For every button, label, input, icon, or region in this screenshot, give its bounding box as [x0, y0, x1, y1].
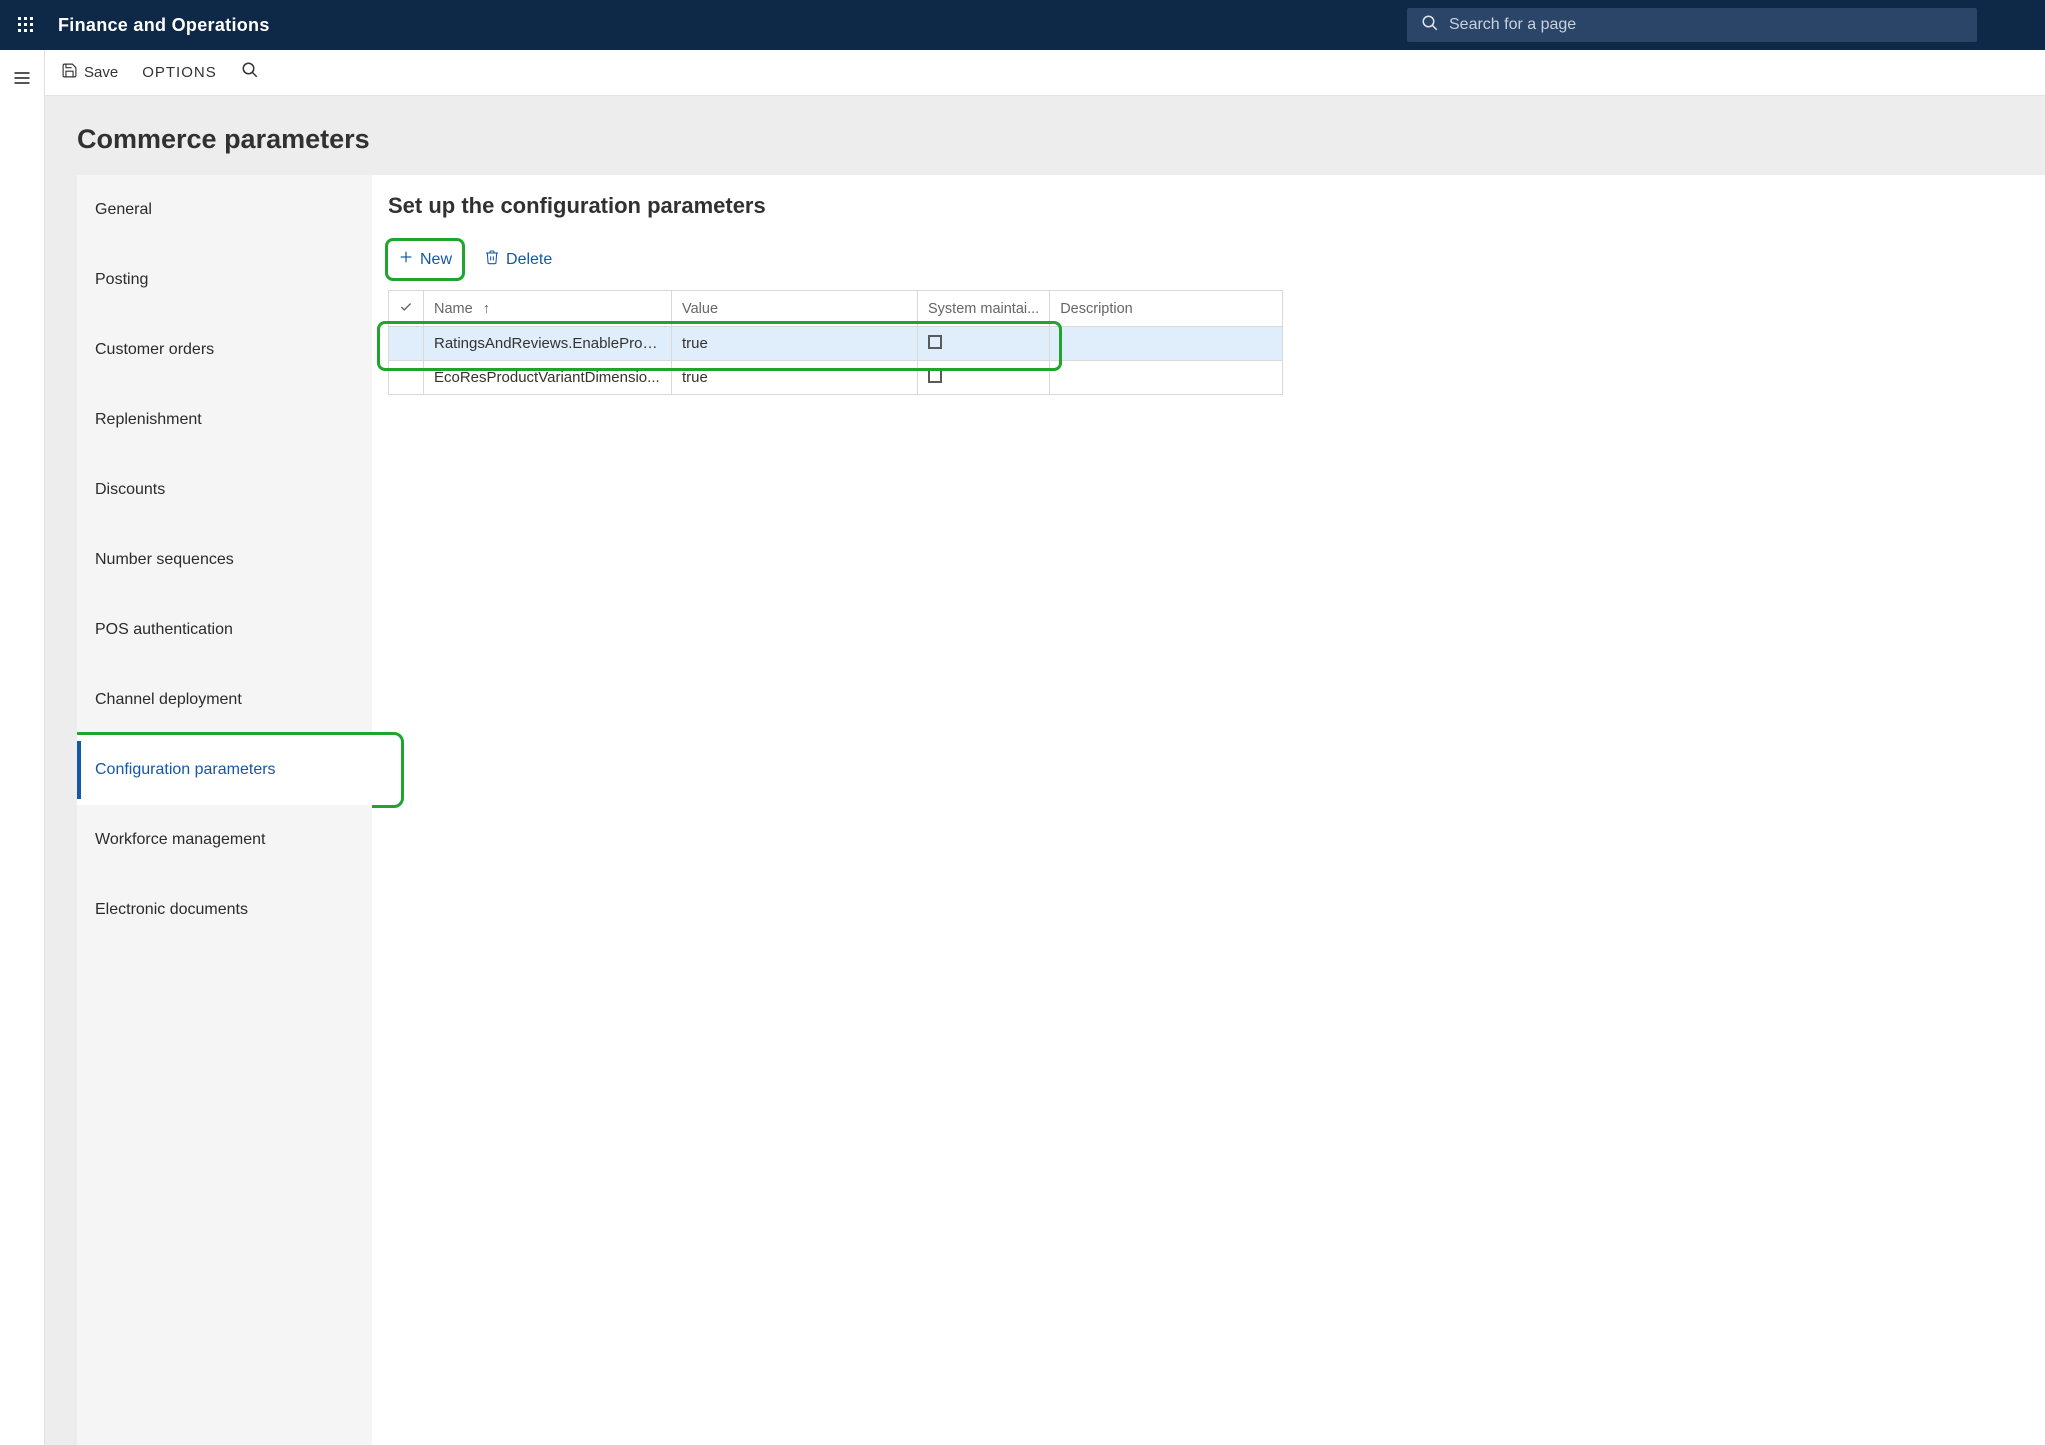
col-header-value[interactable]: Value: [672, 291, 918, 327]
save-icon: [61, 62, 78, 83]
cell-name[interactable]: RatingsAndReviews.EnableProd...: [424, 327, 672, 361]
sidebar-item-pos-authentication[interactable]: POS authentication: [77, 595, 372, 665]
config-grid: Name ↑ Value System maintai... Descripti…: [388, 290, 1283, 395]
table-row[interactable]: EcoResProductVariantDimensio...true: [389, 361, 1283, 395]
sidebar-item-channel-deployment[interactable]: Channel deployment: [77, 665, 372, 735]
sidebar-item-customer-orders[interactable]: Customer orders: [77, 315, 372, 385]
sidebar-item-electronic-documents[interactable]: Electronic documents: [77, 875, 372, 945]
sidebar-item-label: Configuration parameters: [95, 761, 276, 779]
sidebar-item-workforce-management[interactable]: Workforce management: [77, 805, 372, 875]
cell-system[interactable]: [918, 361, 1050, 395]
sidebar-item-label: Electronic documents: [95, 901, 248, 919]
toolbar-search-icon[interactable]: [241, 61, 259, 84]
row-select-cell[interactable]: [389, 361, 424, 395]
page-title: Commerce parameters: [77, 124, 2045, 155]
checkbox-icon[interactable]: [928, 369, 942, 383]
sidebar-item-label: Workforce management: [95, 831, 265, 849]
search-icon: [1421, 14, 1439, 37]
options-button[interactable]: OPTIONS: [142, 64, 217, 81]
cell-description[interactable]: [1050, 327, 1283, 361]
sidebar-item-label: Discounts: [95, 481, 165, 499]
sidebar-nav: General Posting Customer orders Replenishme…: [77, 175, 372, 1445]
app-launcher-icon[interactable]: [8, 7, 44, 43]
cell-system[interactable]: [918, 327, 1050, 361]
row-select-cell[interactable]: [389, 327, 424, 361]
sidebar-item-number-sequences[interactable]: Number sequences: [77, 525, 372, 595]
grid-action-row: New Delete: [388, 243, 2029, 276]
search-input[interactable]: [1449, 16, 1963, 34]
sidebar-item-posting[interactable]: Posting: [77, 245, 372, 315]
sidebar-item-label: Replenishment: [95, 411, 202, 429]
sidebar-item-label: Customer orders: [95, 341, 214, 359]
col-header-name[interactable]: Name ↑: [424, 291, 672, 327]
sidebar-item-label: POS authentication: [95, 621, 233, 639]
sidebar-item-label: Posting: [95, 271, 148, 289]
col-header-select[interactable]: [389, 291, 424, 327]
delete-label: Delete: [506, 251, 552, 269]
table-row[interactable]: RatingsAndReviews.EnableProd...true: [389, 327, 1283, 361]
left-rail: [0, 50, 45, 1445]
main-panel: Set up the configuration parameters New: [372, 175, 2045, 1445]
save-button[interactable]: Save: [61, 62, 118, 83]
cell-value[interactable]: true: [672, 361, 918, 395]
top-header: Finance and Operations: [0, 0, 2045, 50]
plus-icon: [398, 249, 414, 270]
trash-icon: [484, 249, 500, 270]
checkbox-icon[interactable]: [928, 335, 942, 349]
section-title: Set up the configuration parameters: [388, 193, 2029, 219]
sidebar-item-label: General: [95, 201, 152, 219]
cell-name[interactable]: EcoResProductVariantDimensio...: [424, 361, 672, 395]
app-title: Finance and Operations: [58, 15, 270, 36]
action-toolbar: Save OPTIONS: [45, 50, 2045, 96]
sidebar-item-general[interactable]: General: [77, 175, 372, 245]
sidebar-item-replenishment[interactable]: Replenishment: [77, 385, 372, 455]
global-search[interactable]: [1407, 8, 1977, 42]
col-header-system[interactable]: System maintai...: [918, 291, 1050, 327]
sidebar-item-discounts[interactable]: Discounts: [77, 455, 372, 525]
cell-value[interactable]: true: [672, 327, 918, 361]
delete-button[interactable]: Delete: [474, 243, 562, 276]
sidebar-item-label: Number sequences: [95, 551, 234, 569]
new-label: New: [420, 251, 452, 269]
col-header-description[interactable]: Description: [1050, 291, 1283, 327]
new-button[interactable]: New: [388, 243, 462, 276]
sidebar-item-configuration-parameters[interactable]: Configuration parameters: [77, 735, 372, 805]
sidebar-item-label: Channel deployment: [95, 691, 242, 709]
hamburger-icon[interactable]: [4, 60, 40, 96]
cell-description[interactable]: [1050, 361, 1283, 395]
save-label: Save: [84, 64, 118, 81]
sort-asc-icon: ↑: [483, 301, 490, 317]
